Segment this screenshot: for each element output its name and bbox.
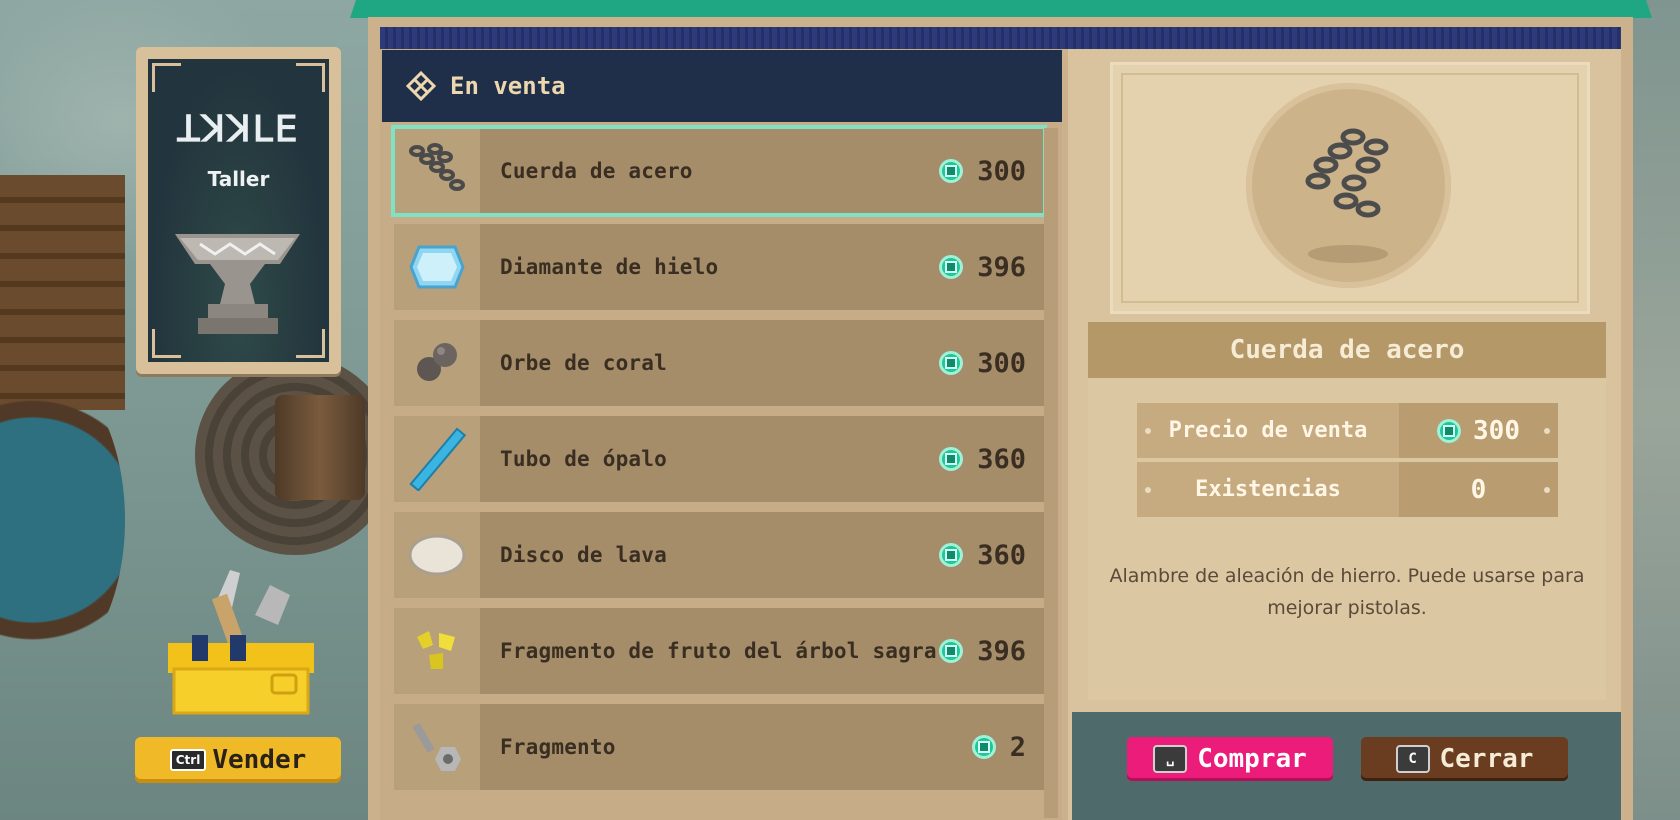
list-header: En venta xyxy=(382,50,1062,122)
list-title: En venta xyxy=(450,72,566,100)
anvil-icon xyxy=(175,234,300,334)
lava-disc-icon xyxy=(394,512,480,598)
item-name: Tubo de ópalo xyxy=(500,447,667,471)
coin-icon xyxy=(939,639,964,663)
sale-price-label: Precio de venta xyxy=(1168,418,1368,443)
item-name: Orbe de coral xyxy=(500,351,667,375)
stock-row: Existencias 0 xyxy=(1137,462,1558,517)
c-key-icon: C xyxy=(1395,745,1430,773)
list-item[interactable]: Orbe de coral 300 xyxy=(394,320,1044,406)
screw-nut-icon xyxy=(394,704,480,790)
wooden-post xyxy=(275,395,365,500)
item-price: 2 xyxy=(1009,731,1026,763)
panel-roof xyxy=(350,0,1652,18)
toolbox-icon xyxy=(168,570,314,715)
list-scrollbar[interactable] xyxy=(1044,128,1058,818)
detail-title: Cuerda de acero xyxy=(1088,322,1606,378)
item-name: Fragmento xyxy=(500,735,616,759)
coin-icon xyxy=(939,543,964,567)
steel-chain-icon xyxy=(394,128,480,214)
fruit-fragment-icon xyxy=(394,608,480,694)
item-price: 300 xyxy=(977,347,1026,379)
opal-tube-icon xyxy=(394,416,480,502)
steel-chain-icon xyxy=(1305,128,1389,218)
buy-label: Comprar xyxy=(1197,744,1307,774)
coral-orb-icon xyxy=(394,320,480,406)
item-price: 360 xyxy=(977,539,1026,571)
sign-title: Taller xyxy=(207,167,270,191)
ctrl-key-icon: Ctrl xyxy=(169,749,207,771)
sale-price-row: Precio de venta 300 xyxy=(1137,403,1558,458)
list-item[interactable]: Fragmento 2 xyxy=(394,704,1044,790)
sign-glyphs: ꓕꓘꓘꓡꓰ xyxy=(177,109,300,150)
stock-value: 0 xyxy=(1470,474,1487,505)
panel-trim xyxy=(380,27,1621,49)
coin-icon xyxy=(971,735,996,759)
list-item[interactable]: Tubo de ópalo 360 xyxy=(394,416,1044,502)
item-name: Fragmento de fruto del árbol sagra xyxy=(500,639,937,663)
list-item[interactable]: Disco de lava 360 xyxy=(394,512,1044,598)
workshop-sign: ꓕꓘꓘꓡꓰ Taller xyxy=(136,47,341,374)
item-description: Alambre de aleación de hierro. Puede usa… xyxy=(1109,565,1585,619)
coin-icon xyxy=(939,159,964,183)
item-price: 360 xyxy=(977,443,1026,475)
item-name: Cuerda de acero xyxy=(500,159,693,183)
item-price: 396 xyxy=(977,251,1026,283)
sale-price-value: 300 xyxy=(1473,415,1520,446)
item-name: Disco de lava xyxy=(500,543,667,567)
close-button[interactable]: C Cerrar xyxy=(1361,737,1568,781)
item-preview xyxy=(1110,62,1590,314)
item-price: 396 xyxy=(977,635,1026,667)
ice-diamond-icon xyxy=(394,224,480,310)
list-item[interactable]: Diamante de hielo 396 xyxy=(394,224,1044,310)
coin-icon xyxy=(939,351,964,375)
coin-icon xyxy=(1437,418,1462,443)
stock-label: Existencias xyxy=(1195,477,1341,502)
space-key-icon: ␣ xyxy=(1153,745,1188,773)
list-item[interactable]: Fragmento de fruto del árbol sagra 396 xyxy=(394,608,1044,694)
endless-knot-icon xyxy=(406,71,436,101)
item-list: Cuerda de acero 300 Diamante de hielo 39… xyxy=(391,125,1047,800)
item-name: Diamante de hielo xyxy=(500,255,719,279)
vender-label: Vender xyxy=(212,745,307,775)
buy-button[interactable]: ␣ Comprar xyxy=(1127,737,1333,781)
item-price: 300 xyxy=(977,155,1026,187)
coin-icon xyxy=(939,255,964,279)
close-label: Cerrar xyxy=(1439,744,1534,774)
vender-button[interactable]: Ctrl Vender xyxy=(135,737,341,783)
list-item[interactable]: Cuerda de acero 300 xyxy=(391,125,1047,217)
coin-icon xyxy=(939,447,964,471)
